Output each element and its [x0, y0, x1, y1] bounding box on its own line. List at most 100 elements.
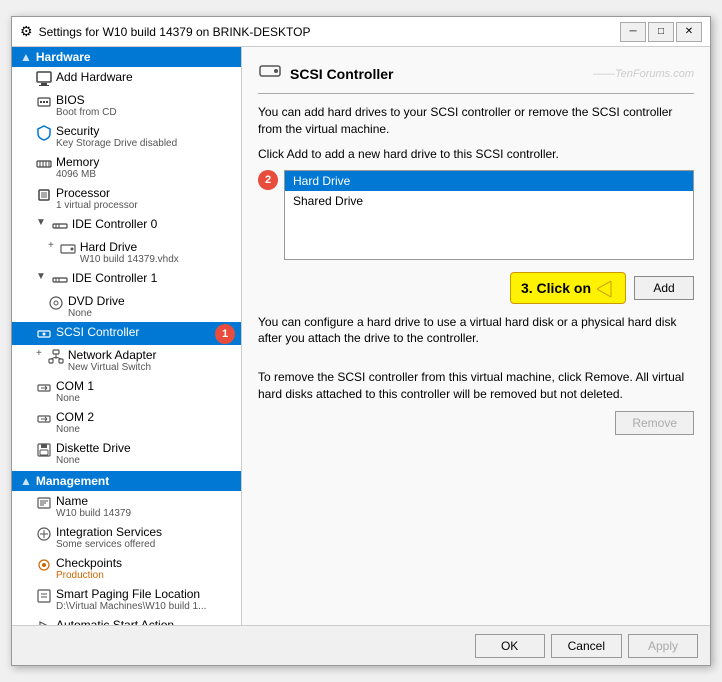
sidebar-item-hard-drive-ide[interactable]: + Hard Drive W10 build 14379.vhdx — [12, 237, 241, 268]
add-button[interactable]: Add — [634, 276, 694, 300]
drive-list[interactable]: Hard Drive Shared Drive — [284, 170, 694, 260]
drive-list-item-hard-drive[interactable]: Hard Drive — [285, 171, 693, 191]
com2-sub: None — [56, 424, 94, 435]
sidebar-item-memory[interactable]: Memory 4096 MB — [12, 152, 241, 183]
panel-header: SCSI Controller ——TenForums.com — [258, 59, 694, 94]
ide1-label: IDE Controller 1 — [72, 271, 157, 285]
dvd-label: DVD Drive — [68, 294, 125, 308]
sidebar-item-com1[interactable]: COM 1 None — [12, 376, 241, 407]
com2-label: COM 2 — [56, 410, 94, 424]
ok-button[interactable]: OK — [475, 634, 545, 658]
bottom-bar: OK Cancel Apply — [12, 625, 710, 665]
watermark-text: ——TenForums.com — [593, 68, 694, 80]
hdd-icon — [60, 241, 76, 257]
management-header-label: Management — [36, 474, 109, 488]
smart-paging-icon — [36, 588, 52, 604]
checkpoints-sub: Production — [56, 570, 122, 581]
apply-button[interactable]: Apply — [628, 634, 698, 658]
sidebar-item-com2[interactable]: COM 2 None — [12, 407, 241, 438]
management-section-header[interactable]: ▲ Management — [12, 471, 241, 491]
remove-button-section: Remove — [258, 411, 694, 435]
com1-icon — [36, 380, 52, 396]
network-expand-icon: + — [36, 348, 42, 359]
sidebar-item-name[interactable]: Name W10 build 14379 — [12, 491, 241, 522]
memory-label: Memory — [56, 155, 99, 169]
step-badge-2: 2 — [258, 170, 278, 190]
integration-icon — [36, 526, 52, 542]
name-icon — [36, 495, 52, 511]
panel-desc4: To remove the SCSI controller from this … — [258, 369, 694, 403]
security-label: Security — [56, 124, 177, 138]
panel-desc2: Click Add to add a new hard drive to thi… — [258, 146, 694, 163]
sidebar-item-checkpoints[interactable]: Checkpoints Production — [12, 553, 241, 584]
scsi-icon — [36, 326, 52, 342]
sidebar-item-auto-start[interactable]: Automatic Start Action Restart if previo… — [12, 615, 241, 625]
hardware-section-header[interactable]: ▲ Hardware — [12, 47, 241, 67]
hdd-ide-label: Hard Drive — [80, 240, 179, 254]
scsi-label: SCSI Controller — [56, 325, 139, 339]
monitor-icon — [36, 71, 52, 87]
floppy-icon — [36, 442, 52, 458]
dvd-sub: None — [68, 308, 125, 319]
auto-start-label: Automatic Start Action — [56, 618, 180, 625]
vm-name-sub: W10 build 14379 — [56, 508, 131, 519]
sidebar-item-processor[interactable]: Processor 1 virtual processor — [12, 183, 241, 214]
drive-list-item-shared-drive[interactable]: Shared Drive — [285, 191, 693, 211]
sidebar-item-add-hardware[interactable]: Add Hardware — [12, 67, 241, 90]
remove-button[interactable]: Remove — [615, 411, 694, 435]
smart-paging-sub: D:\Virtual Machines\W10 build 1... — [56, 601, 206, 612]
ide1-icon — [52, 272, 68, 288]
processor-icon — [36, 187, 52, 203]
dvd-icon — [48, 295, 64, 311]
sidebar-item-security[interactable]: Security Key Storage Drive disabled — [12, 121, 241, 152]
sidebar-item-smart-paging[interactable]: Smart Paging File Location D:\Virtual Ma… — [12, 584, 241, 615]
sidebar-item-ide0[interactable]: ▼ IDE Controller 0 — [12, 214, 241, 237]
sidebar: ▲ Hardware Add Hardware BIOS — [12, 47, 242, 625]
ide0-label: IDE Controller 0 — [72, 217, 157, 231]
sidebar-item-integration[interactable]: Integration Services Some services offer… — [12, 522, 241, 553]
checkpoints-label: Checkpoints — [56, 556, 122, 570]
cancel-button[interactable]: Cancel — [551, 634, 622, 658]
network-sub: New Virtual Switch — [68, 362, 157, 373]
right-panel: SCSI Controller ——TenForums.com You can … — [242, 47, 710, 625]
processor-sub: 1 virtual processor — [56, 200, 138, 211]
bios-label: BIOS — [56, 93, 117, 107]
processor-label: Processor — [56, 186, 138, 200]
vm-name-label: Name — [56, 494, 131, 508]
window-title: Settings for W10 build 14379 on BRINK-DE… — [39, 25, 311, 39]
ide0-expand-icon: ▼ — [36, 217, 46, 228]
com2-icon — [36, 411, 52, 427]
hardware-caret: ▲ — [20, 50, 32, 64]
diskette-label: Diskette Drive — [56, 441, 131, 455]
titlebar-left: ⚙ Settings for W10 build 14379 on BRINK-… — [20, 23, 310, 40]
scsi-panel-icon — [258, 59, 282, 89]
add-hardware-label: Add Hardware — [56, 70, 133, 84]
panel-desc3: You can configure a hard drive to use a … — [258, 314, 694, 348]
step-badge-1: 1 — [215, 324, 235, 344]
maximize-button[interactable]: □ — [648, 22, 674, 42]
panel-title: SCSI Controller — [290, 66, 393, 82]
settings-window: ⚙ Settings for W10 build 14379 on BRINK-… — [11, 16, 711, 666]
network-icon — [48, 349, 64, 365]
sidebar-item-network[interactable]: + Network Adapter New Virtual Switch — [12, 345, 241, 376]
sidebar-item-ide1[interactable]: ▼ IDE Controller 1 — [12, 268, 241, 291]
sidebar-item-dvd[interactable]: DVD Drive None — [12, 291, 241, 322]
network-label: Network Adapter — [68, 348, 157, 362]
ide1-expand-icon: ▼ — [36, 271, 46, 282]
checkpoint-icon — [36, 557, 52, 573]
titlebar-icon: ⚙ — [20, 23, 33, 40]
sidebar-item-diskette[interactable]: Diskette Drive None — [12, 438, 241, 469]
titlebar: ⚙ Settings for W10 build 14379 on BRINK-… — [12, 17, 710, 47]
sidebar-item-scsi[interactable]: SCSI Controller 1 — [12, 322, 241, 345]
ide0-icon — [52, 218, 68, 234]
hdd-expand-icon: + — [48, 240, 54, 251]
sidebar-item-bios[interactable]: BIOS Boot from CD — [12, 90, 241, 121]
callout-arrow-wrapper — [597, 279, 615, 296]
drive-list-section: 2 Hard Drive Shared Drive — [258, 170, 694, 268]
bios-icon — [36, 94, 52, 110]
minimize-button[interactable]: ─ — [620, 22, 646, 42]
titlebar-controls: ─ □ ✕ — [620, 22, 702, 42]
security-sub: Key Storage Drive disabled — [56, 138, 177, 149]
hardware-header-label: Hardware — [36, 50, 91, 64]
close-button[interactable]: ✕ — [676, 22, 702, 42]
